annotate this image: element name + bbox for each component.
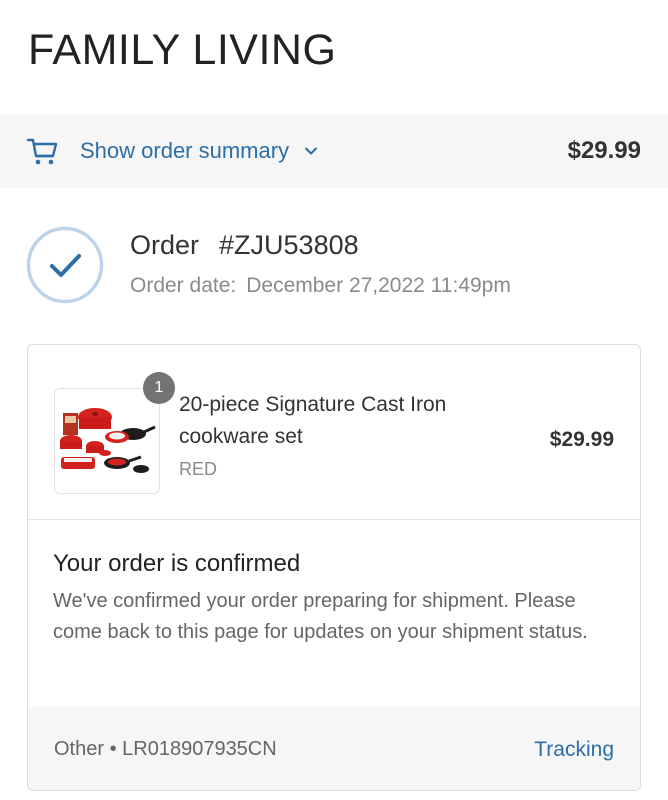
order-header: Order #ZJU53808 Order date: December 27,20…: [26, 226, 646, 306]
chevron-down-icon: [303, 143, 319, 159]
product-image: [54, 388, 160, 494]
order-number: #ZJU53808: [219, 230, 359, 260]
order-date-label: Order date:: [130, 274, 237, 297]
quantity-badge: 1: [143, 372, 175, 404]
check-circle-icon: [26, 226, 104, 304]
order-label: Order: [130, 230, 200, 260]
order-date: Order date: December 27,2022 11:49pm: [130, 274, 511, 298]
store-name: FAMILY LIVING: [28, 26, 337, 74]
cart-icon: [26, 134, 60, 168]
shipment-tracking-bar: Other • LR018907935CN Tracking: [28, 707, 640, 790]
order-card: 1 20-piece Signature Cast Iron cookware …: [27, 344, 641, 791]
show-order-summary-label: Show order summary: [80, 138, 290, 163]
order-summary-bar: Show order summary $29.99: [0, 114, 668, 188]
tracking-link[interactable]: Tracking: [534, 738, 614, 762]
product-variant: RED: [179, 459, 218, 479]
product-price: $29.99: [549, 428, 614, 451]
product-line-item: 1 20-piece Signature Cast Iron cookware …: [28, 345, 640, 520]
order-confirmation: Your order is confirmed We've confirmed …: [53, 550, 613, 648]
order-date-value: December 27,2022 11:49pm: [246, 274, 511, 297]
confirmation-message: We've confirmed your order preparing for…: [53, 590, 588, 643]
confirmation-title: Your order is confirmed: [53, 550, 301, 577]
product-name: 20-piece Signature Cast Iron cookware se…: [179, 393, 447, 448]
carrier-tracking-number: Other • LR018907935CN: [54, 738, 277, 760]
show-order-summary-toggle[interactable]: Show order summary: [26, 134, 319, 168]
order-title: Order #ZJU53808: [130, 230, 359, 261]
summary-total: $29.99: [567, 137, 641, 164]
